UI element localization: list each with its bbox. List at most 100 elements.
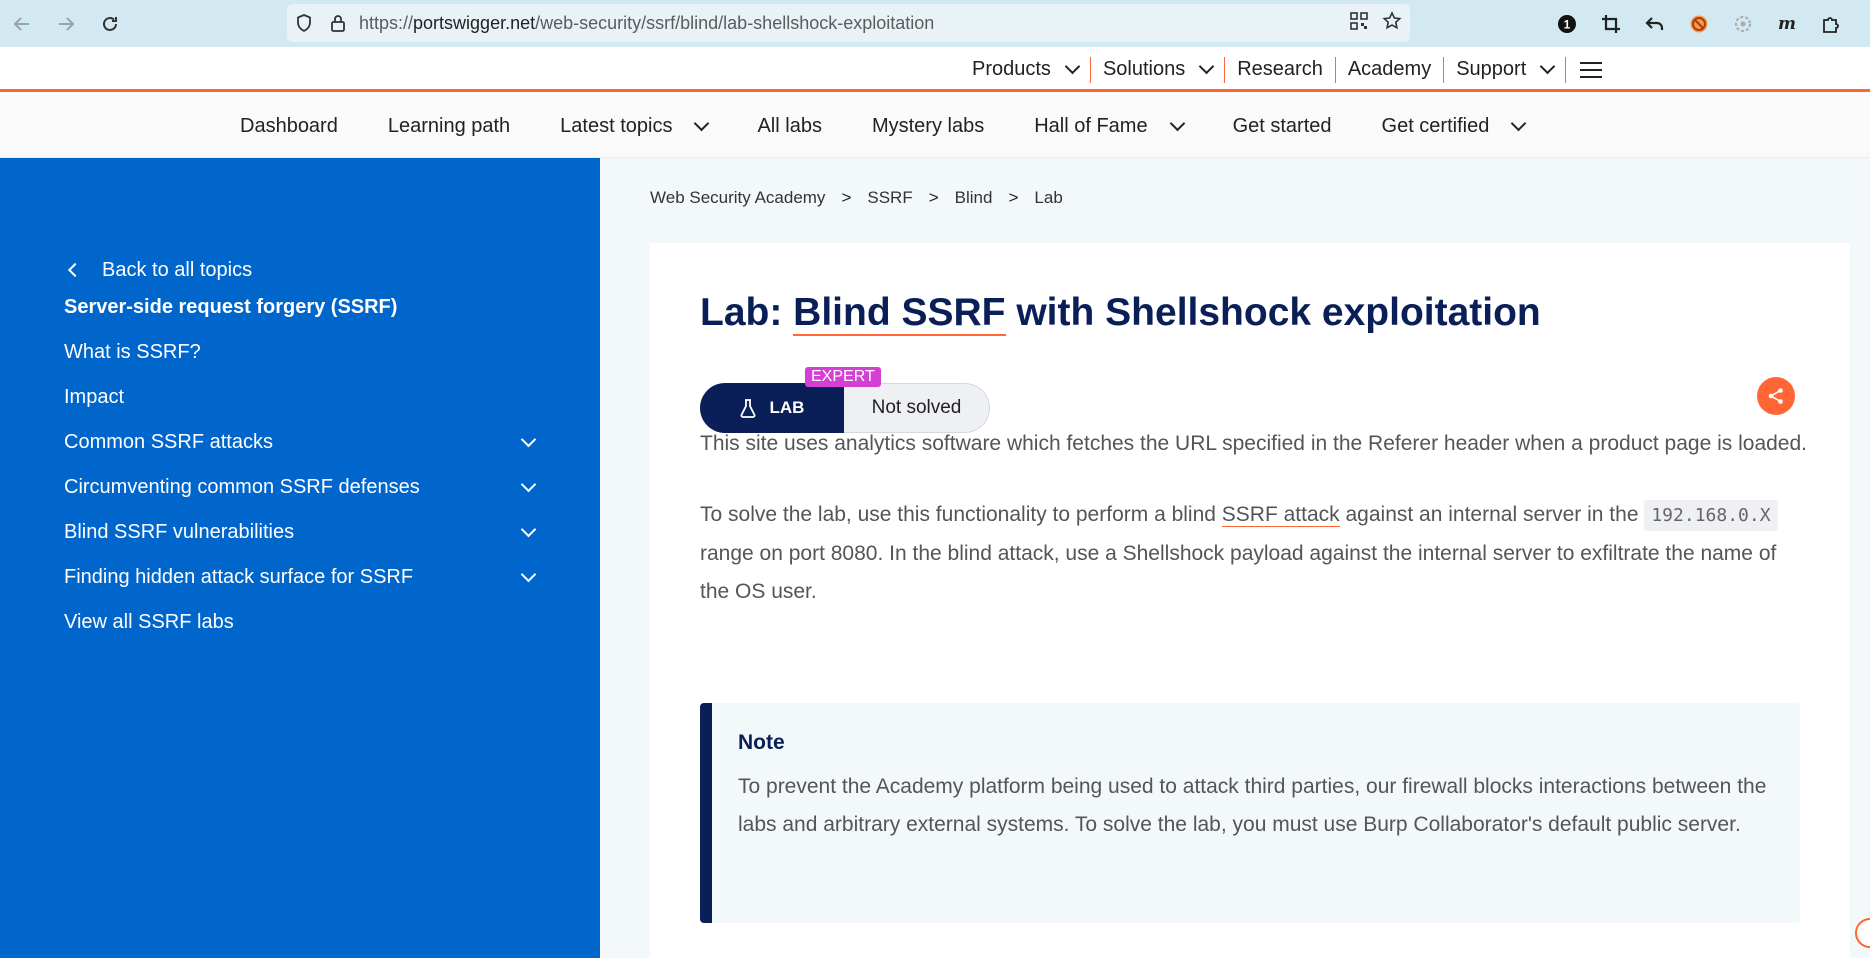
sidebar-item-ssrf[interactable]: Server-side request forgery (SSRF): [64, 285, 544, 330]
sidebar-item-label: Finding hidden attack surface for SSRF: [64, 566, 414, 588]
chevron-down-icon[interactable]: [520, 521, 537, 538]
sub-nav-hall-of-fame[interactable]: Hall of Fame: [1009, 115, 1207, 138]
shield-icon[interactable]: [287, 13, 321, 33]
top-nav-research[interactable]: Research: [1225, 56, 1336, 83]
back-label: Back to all topics: [102, 258, 253, 281]
sub-nav-label: Get certified: [1381, 115, 1490, 137]
breadcrumb-ssrf[interactable]: SSRF: [867, 188, 912, 208]
chevron-down-icon: [1511, 115, 1527, 131]
reload-icon[interactable]: [88, 0, 132, 47]
sidebar-item-blind-ssrf[interactable]: Blind SSRF vulnerabilities: [64, 510, 544, 555]
sub-nav-get-started[interactable]: Get started: [1208, 115, 1357, 138]
top-nav-products[interactable]: Products: [960, 56, 1091, 83]
lock-icon[interactable]: [321, 13, 355, 33]
ssrf-attack-link[interactable]: SSRF attack: [1221, 503, 1340, 527]
chevron-down-icon: [694, 115, 710, 131]
sub-nav-label: Mystery labs: [871, 115, 985, 137]
sub-nav-mystery-labs[interactable]: Mystery labs: [847, 115, 1009, 138]
note-title: Note: [738, 731, 785, 754]
sub-nav-label: Hall of Fame: [1034, 115, 1148, 137]
lab-description-1: This site uses analytics software which …: [700, 432, 1807, 455]
svg-text:m: m: [1778, 14, 1796, 34]
title-blind-ssrf-link[interactable]: Blind SSRF: [793, 291, 1006, 336]
sub-nav-label: Get started: [1232, 115, 1332, 137]
top-nav-academy[interactable]: Academy: [1336, 56, 1445, 83]
lab-card: Lab: Blind SSRF with Shellshock exploita…: [650, 243, 1850, 958]
breadcrumb-separator: >: [928, 188, 939, 207]
sub-nav-latest-topics[interactable]: Latest topics: [535, 115, 732, 138]
site-top-nav: Products Solutions Research Academy Supp…: [0, 47, 1870, 92]
breadcrumb: Web Security Academy > SSRF > Blind > La…: [650, 188, 1063, 208]
url-host: portswigger.net: [413, 12, 536, 33]
back-arrow-icon[interactable]: [0, 0, 44, 47]
menu-hamburger-icon[interactable]: [1580, 61, 1603, 78]
sub-nav-label: All labs: [757, 115, 822, 137]
breadcrumb-lab[interactable]: Lab: [1034, 188, 1062, 208]
lab-description-2: To solve the lab, use this functionality…: [700, 496, 1810, 611]
breadcrumb-separator: >: [841, 188, 852, 207]
bookmark-star-icon[interactable]: [1382, 10, 1402, 36]
sidebar-item-impact[interactable]: Impact: [64, 375, 544, 420]
url-prefix: https://: [359, 12, 414, 33]
sub-nav-learning-path[interactable]: Learning path: [363, 115, 535, 138]
sidebar-item-circumventing-defenses[interactable]: Circumventing common SSRF defenses: [64, 465, 544, 510]
sidebar-item-label: Circumventing common SSRF defenses: [64, 476, 420, 498]
sub-nav-label: Dashboard: [240, 115, 338, 137]
title-prefix: Lab:: [700, 291, 794, 334]
note-box: Note To prevent the Academy platform bei…: [700, 703, 1800, 923]
m-extension-icon[interactable]: m: [1775, 12, 1799, 36]
sub-nav-get-certified[interactable]: Get certified: [1357, 115, 1550, 138]
lab-badge-label: LAB: [769, 398, 805, 417]
extensions-puzzle-icon[interactable]: [1819, 12, 1843, 36]
main-content: Web Security Academy > SSRF > Blind > La…: [600, 158, 1870, 958]
sub-nav-all-labs[interactable]: All labs: [732, 115, 846, 138]
top-nav-solutions[interactable]: Solutions: [1091, 56, 1226, 83]
qr-code-icon[interactable]: [1350, 11, 1368, 35]
ip-range-code: 192.168.0.X: [1644, 500, 1778, 531]
top-nav-label: Solutions: [1102, 58, 1186, 80]
sidebar-item-label: Impact: [64, 386, 125, 408]
chevron-down-icon[interactable]: [520, 431, 537, 448]
forward-arrow-icon[interactable]: [44, 0, 88, 47]
breadcrumb-separator: >: [1008, 188, 1019, 207]
sidebar-item-label: Common SSRF attacks: [64, 431, 273, 453]
sub-nav-label: Learning path: [387, 115, 511, 137]
chevron-down-icon[interactable]: [520, 476, 537, 493]
blocker-extension-icon[interactable]: [1687, 12, 1711, 36]
undo-icon[interactable]: [1643, 12, 1667, 36]
crop-icon[interactable]: [1599, 12, 1623, 36]
breadcrumb-academy[interactable]: Web Security Academy: [650, 188, 825, 208]
sidebar-item-label: What is SSRF?: [64, 341, 201, 363]
page-title: Lab: Blind SSRF with Shellshock exploita…: [700, 291, 1541, 336]
back-to-topics-link[interactable]: Back to all topics: [64, 255, 544, 285]
sidebar-item-label: Server-side request forgery (SSRF): [64, 296, 398, 318]
address-bar[interactable]: https://portswigger.net/web-security/ssr…: [287, 4, 1410, 42]
para2-text-a: To solve the lab, use this functionality…: [700, 503, 1222, 526]
svg-text:1: 1: [1564, 17, 1571, 31]
browser-toolbar: https://portswigger.net/web-security/ssr…: [0, 0, 1870, 47]
breadcrumb-blind[interactable]: Blind: [955, 188, 993, 208]
sidebar-item-view-all-labs[interactable]: View all SSRF labs: [64, 600, 544, 645]
url-text: https://portswigger.net/web-security/ssr…: [359, 13, 934, 34]
share-icon: [1768, 388, 1783, 404]
chevron-down-icon[interactable]: [520, 566, 537, 583]
note-body: To prevent the Academy platform being us…: [738, 775, 1767, 836]
top-nav-label: Support: [1456, 58, 1527, 80]
title-suffix: with Shellshock exploitation: [1005, 291, 1541, 334]
top-nav-label: Products: [972, 58, 1051, 80]
chevron-down-icon: [1169, 115, 1185, 131]
sub-nav-dashboard[interactable]: Dashboard: [215, 115, 363, 138]
sidebar-item-common-attacks[interactable]: Common SSRF attacks: [64, 420, 544, 465]
chevron-down-icon: [1539, 58, 1556, 74]
share-button[interactable]: [1757, 377, 1795, 415]
top-nav-label: Academy: [1347, 58, 1432, 80]
password-manager-icon[interactable]: 1: [1555, 12, 1579, 36]
chevron-left-icon: [67, 262, 83, 278]
academy-sub-nav: Dashboard Learning path Latest topics Al…: [0, 95, 1870, 158]
top-nav-support[interactable]: Support: [1444, 56, 1567, 83]
sub-nav-label: Latest topics: [560, 115, 673, 137]
settings-extension-icon[interactable]: [1731, 12, 1755, 36]
sidebar-item-what-is-ssrf[interactable]: What is SSRF?: [64, 330, 544, 375]
chevron-down-icon: [1064, 58, 1081, 74]
sidebar-item-hidden-attack-surface[interactable]: Finding hidden attack surface for SSRF: [64, 555, 544, 600]
